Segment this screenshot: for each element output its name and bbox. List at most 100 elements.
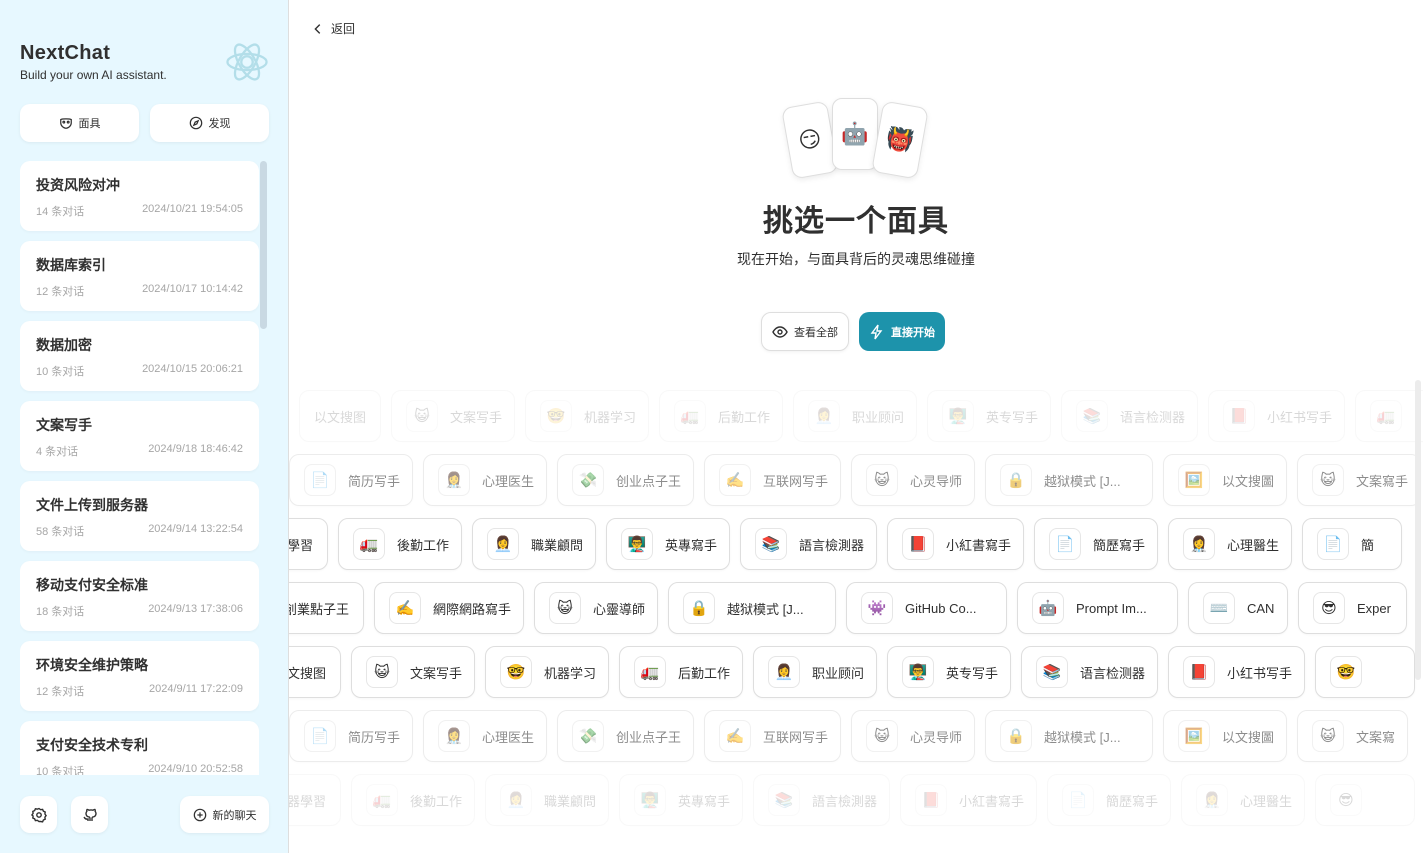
mask-item[interactable]: 🚛 後勤工作 bbox=[351, 774, 475, 826]
mask-item-label: 職業顧問 bbox=[531, 537, 584, 553]
new-chat-button[interactable]: 新的聊天 bbox=[180, 796, 269, 833]
mask-item[interactable]: 📕 小紅書寫手 bbox=[887, 518, 1024, 570]
mask-item[interactable]: 👾 GitHub Co... bbox=[846, 582, 1007, 634]
mask-item[interactable]: 創業點子王 bbox=[289, 582, 364, 634]
mask-item[interactable]: 🖼️ 以文搜圖 bbox=[1163, 710, 1287, 762]
mask-item[interactable]: 📄 简历写手 bbox=[289, 454, 413, 506]
mask-item[interactable]: 🚛 后勤工作 bbox=[619, 646, 743, 698]
mask-item[interactable]: 📕 小紅書寫手 bbox=[900, 774, 1037, 826]
mask-item[interactable]: 🤖 Prompt Im... bbox=[1017, 582, 1178, 634]
compass-icon bbox=[189, 116, 202, 130]
chat-item[interactable]: 数据库索引 12 条对话 2024/10/17 10:14:42 bbox=[20, 241, 259, 311]
chat-item[interactable]: 环境安全维护策略 12 条对话 2024/9/11 17:22:09 bbox=[20, 641, 259, 711]
mask-item-label: 文案寫 bbox=[1356, 729, 1396, 745]
chat-item[interactable]: 投资风险对冲 14 条对话 2024/10/21 19:54:05 bbox=[20, 161, 259, 231]
view-all-button[interactable]: 查看全部 bbox=[761, 312, 849, 351]
app-title: NextChat bbox=[20, 42, 111, 64]
mask-item[interactable]: 👩‍💼 职业顾问 bbox=[753, 646, 877, 698]
mask-item[interactable]: 📚 語言檢測器 bbox=[740, 518, 877, 570]
mask-item-icon: 📚 bbox=[1036, 656, 1068, 688]
mask-item[interactable]: 👩‍💼 职业顾问 bbox=[793, 390, 917, 442]
mask-item[interactable]: 🚛 bbox=[1355, 390, 1423, 442]
mask-item-label: 语言检测器 bbox=[1080, 665, 1146, 681]
mask-item[interactable]: 以文搜图 bbox=[299, 390, 381, 442]
mask-item[interactable]: 😺 心灵导师 bbox=[851, 454, 975, 506]
mask-item[interactable]: 👩‍💼 職業顧問 bbox=[472, 518, 596, 570]
github-button[interactable] bbox=[71, 796, 108, 833]
chat-item[interactable]: 数据加密 10 条对话 2024/10/15 20:06:21 bbox=[20, 321, 259, 391]
mask-item[interactable]: 😺 文案寫 bbox=[1297, 710, 1408, 762]
mask-item[interactable]: 📚 语言检测器 bbox=[1021, 646, 1158, 698]
chat-count: 14 条对话 bbox=[36, 206, 85, 218]
main-scrollbar[interactable] bbox=[1415, 380, 1421, 680]
mask-item[interactable]: ✍️ 網際網路寫手 bbox=[374, 582, 524, 634]
chat-meta: 4 条对话 2024/9/18 18:46:42 bbox=[36, 443, 243, 459]
mask-item[interactable]: 😺 文案写手 bbox=[391, 390, 515, 442]
mask-item[interactable]: 以文搜图 bbox=[289, 646, 341, 698]
mask-item[interactable]: 📄 簡歷寫手 bbox=[1034, 518, 1158, 570]
chat-count: 10 条对话 bbox=[36, 366, 85, 378]
mask-item[interactable]: 🚛 後勤工作 bbox=[338, 518, 462, 570]
mask-item-icon: 😺 bbox=[866, 464, 898, 496]
mask-item[interactable]: 器學習 bbox=[289, 518, 328, 570]
chat-time: 2024/10/17 10:14:42 bbox=[142, 283, 243, 295]
mask-item-label: 文案写手 bbox=[450, 409, 503, 425]
mask-item-icon: 👨‍🏫 bbox=[634, 784, 666, 816]
mask-item[interactable]: 😎 Exper bbox=[1298, 582, 1407, 634]
mask-item[interactable]: 👩‍⚕️ 心理医生 bbox=[423, 454, 547, 506]
mask-item-icon: 🔒 bbox=[1000, 720, 1032, 752]
mask-item[interactable]: 📚 語言檢測器 bbox=[753, 774, 890, 826]
chat-item[interactable]: 文件上传到服务器 58 条对话 2024/9/14 13:22:54 bbox=[20, 481, 259, 551]
mask-item[interactable]: 🤓 机器学习 bbox=[485, 646, 609, 698]
settings-button[interactable] bbox=[20, 796, 57, 833]
chat-list-scrollbar[interactable] bbox=[260, 161, 267, 329]
mask-item[interactable]: ✍️ 互联网写手 bbox=[704, 454, 841, 506]
mask-item[interactable]: 😺 心靈導師 bbox=[534, 582, 658, 634]
mask-item[interactable]: 🔒 越狱模式 [J... bbox=[985, 454, 1153, 506]
mask-item[interactable]: 👨‍🏫 英專寫手 bbox=[619, 774, 743, 826]
mask-item[interactable]: 📕 小红书写手 bbox=[1168, 646, 1305, 698]
mask-item[interactable]: 😺 文案写手 bbox=[351, 646, 475, 698]
mask-item[interactable]: 📕 小红书写手 bbox=[1208, 390, 1345, 442]
mask-item[interactable]: 📄 简历写手 bbox=[289, 710, 413, 762]
mask-item[interactable]: ⌨️ CAN bbox=[1188, 582, 1288, 634]
mask-cards: 😏 🤖 👹 bbox=[779, 98, 939, 180]
mask-item[interactable]: 💸 创业点子王 bbox=[557, 710, 694, 762]
mask-item-icon: 🚛 bbox=[366, 784, 398, 816]
chat-item[interactable]: 移动支付安全标准 18 条对话 2024/9/13 17:38:06 bbox=[20, 561, 259, 631]
mask-item[interactable]: 機器學習 bbox=[289, 774, 341, 826]
mask-item[interactable]: 🔒 越狱模式 [J... bbox=[985, 710, 1153, 762]
mask-item[interactable]: 😺 心灵导师 bbox=[851, 710, 975, 762]
mask-item[interactable]: 👨‍🏫 英專寫手 bbox=[606, 518, 730, 570]
page-subtitle: 现在开始，与面具背后的灵魂思维碰撞 bbox=[737, 251, 975, 267]
mask-item[interactable]: 👩‍💼 職業顧問 bbox=[485, 774, 609, 826]
mask-item[interactable]: 👩‍⚕️ 心理醫生 bbox=[1181, 774, 1305, 826]
mask-item[interactable]: 👩‍⚕️ 心理醫生 bbox=[1168, 518, 1292, 570]
mask-item[interactable]: 😺 文案寫手 bbox=[1297, 454, 1421, 506]
discover-button[interactable]: 发现 bbox=[150, 104, 269, 142]
mask-item[interactable]: 💸 创业点子王 bbox=[557, 454, 694, 506]
mask-item[interactable]: 📄 簡歷寫手 bbox=[1047, 774, 1171, 826]
mask-item[interactable]: 👩‍⚕️ 心理医生 bbox=[423, 710, 547, 762]
mask-item-label: 職業顧問 bbox=[544, 793, 597, 809]
mask-item[interactable]: 📄 簡 bbox=[1302, 518, 1402, 570]
chat-title: 数据加密 bbox=[36, 337, 92, 353]
mask-item[interactable]: 🖼️ 以文搜圖 bbox=[1163, 454, 1287, 506]
mask-item[interactable]: ✍️ 互联网写手 bbox=[704, 710, 841, 762]
mask-button[interactable]: 面具 bbox=[20, 104, 139, 142]
mask-item[interactable]: 🤓 bbox=[1315, 646, 1415, 698]
mask-item[interactable]: 📚 语言检测器 bbox=[1061, 390, 1198, 442]
mask-item[interactable]: 🤓 机器学习 bbox=[525, 390, 649, 442]
mask-item-icon: 🔒 bbox=[1000, 464, 1032, 496]
mask-item[interactable]: 😎 bbox=[1315, 774, 1415, 826]
mask-item[interactable]: 🔒 越狱模式 [J... bbox=[668, 582, 836, 634]
mask-item[interactable]: 👨‍🏫 英专写手 bbox=[887, 646, 1011, 698]
back-button[interactable]: 返回 bbox=[311, 20, 355, 37]
start-button[interactable]: 直接开始 bbox=[859, 312, 945, 351]
mask-item[interactable]: 🚛 后勤工作 bbox=[659, 390, 783, 442]
mask-item[interactable]: 👨‍🏫 英专写手 bbox=[927, 390, 1051, 442]
mask-item-icon: 📕 bbox=[1223, 400, 1255, 432]
chat-item[interactable]: 支付安全技术专利 10 条对话 2024/9/10 20:52:58 bbox=[20, 721, 259, 775]
chat-item[interactable]: 文案写手 4 条对话 2024/9/18 18:46:42 bbox=[20, 401, 259, 471]
chat-time: 2024/9/10 20:52:58 bbox=[148, 763, 243, 775]
